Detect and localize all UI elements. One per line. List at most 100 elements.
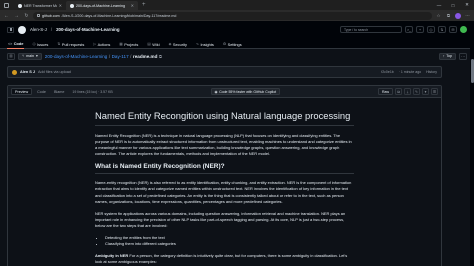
commit-hash[interactable]: f2c0e1b — [381, 70, 393, 74]
chevron-down-icon[interactable]: ▾ — [421, 88, 429, 95]
pull-requests-icon[interactable]: ⇅ — [438, 26, 446, 33]
maximize-button[interactable]: □ — [446, 0, 460, 10]
paragraph: Name-entity recognition (NER) is also re… — [95, 180, 352, 204]
paragraph: Ambiguity in NER For a person, the categ… — [95, 253, 354, 265]
browser-tab-strip: NER Transformer Model ✕ 200-days-of-Mach… — [0, 0, 474, 10]
breadcrumb-repo-link[interactable]: 200-days-of-Machine-Learning — [45, 54, 108, 59]
list-item: Classifying them into different categori… — [105, 241, 354, 247]
gear-icon: ⚙ — [222, 42, 227, 46]
commit-meta: f2c0e1b · 1 minute ago History — [381, 70, 437, 74]
tab-settings[interactable]: ⚙ Settings — [222, 39, 243, 49]
tab-blame[interactable]: Blame — [51, 88, 67, 95]
outline-list-icon[interactable]: ☰ — [430, 88, 438, 95]
search-input[interactable]: Type / to search — [340, 26, 402, 33]
ambiguity-label: Ambiguity in NER — [95, 253, 129, 259]
github-logo-icon[interactable] — [18, 25, 26, 34]
favorites-star-icon[interactable]: ☆ — [435, 13, 442, 19]
tab-label: Wiki — [152, 41, 160, 47]
markdown-body: Named Entity Recongition using Natural l… — [8, 98, 441, 265]
tab-label: Projects — [124, 41, 139, 47]
commit-author[interactable]: Alen S J — [20, 70, 35, 74]
security-icon: ◈ — [168, 42, 172, 46]
more-options-icon[interactable]: ⋯ — [459, 52, 467, 60]
history-link[interactable]: History — [426, 70, 437, 74]
tab-preview[interactable]: Preview — [11, 88, 33, 95]
browser-profile-avatar[interactable] — [455, 12, 461, 19]
browser-tab-ner[interactable]: NER Transformer Model ✕ — [14, 1, 66, 10]
close-tab-icon[interactable]: ✕ — [59, 3, 62, 8]
forward-icon[interactable]: → — [13, 13, 20, 19]
sidebar-toggle-icon[interactable]: ▥ — [7, 52, 15, 60]
address-bar-row: ← → ↻ github.com/Alen-S-J/200-days-of-Ma… — [0, 10, 474, 21]
tab-label: Code — [13, 41, 24, 46]
paragraph: NER system fin applications across vario… — [95, 210, 346, 228]
page-scrollbar[interactable] — [470, 21, 474, 266]
tab-actions-icon[interactable] — [0, 0, 12, 10]
tab-label: Issues — [37, 41, 49, 47]
wiki-icon: ▤ — [147, 42, 151, 46]
command-palette-icon[interactable]: >_ — [405, 26, 413, 33]
ambiguity-text: For a person, the category definition is… — [95, 253, 348, 265]
new-tab-button[interactable]: + — [138, 1, 150, 10]
raw-button[interactable]: Raw — [377, 88, 393, 95]
lock-icon — [37, 14, 40, 17]
breadcrumb-separator: / — [50, 27, 53, 32]
browser-menu-icon[interactable]: ⋯ — [464, 13, 471, 19]
commit-message[interactable]: Add files via upload — [38, 70, 71, 74]
user-avatar[interactable] — [460, 26, 467, 33]
top-button[interactable]: ↑ Top — [438, 52, 456, 60]
tab-projects[interactable]: ▦ Projects — [118, 39, 139, 49]
copilot-promo-button[interactable]: ◉ Code 55% faster with GitHub Copilot — [210, 88, 281, 95]
copy-raw-icon[interactable]: ⧉ — [394, 88, 402, 95]
repo-name-link[interactable]: 200-days-of-Machine-Learning — [56, 27, 119, 32]
reload-icon[interactable]: ↻ — [23, 13, 30, 19]
notifications-icon[interactable]: ✉ — [449, 26, 457, 33]
file-viewer-header: Preview Code Blame 19 lines (15 loc) · 3… — [8, 86, 441, 98]
section-heading: What is Named Entity Recognition (NER)? — [95, 163, 354, 175]
issues-icon: ◎ — [32, 42, 36, 46]
hamburger-menu-icon[interactable] — [7, 26, 14, 33]
article-title: Named Entity Recongition using Natural l… — [95, 110, 354, 126]
breadcrumb-file-name: readme.md — [132, 53, 158, 59]
scrollbar-thumb[interactable] — [470, 59, 474, 83]
tab-label: Actions — [97, 41, 111, 47]
author-avatar[interactable] — [12, 69, 17, 75]
url-path: /Alen-S-J/200-days-of-Machine-Learning/b… — [61, 13, 177, 18]
steps-list: Detecting the entities from the text Cla… — [105, 235, 354, 247]
file-path-bar: ▥ ⑂ main ▾ 200-days-of-Machine-Learning … — [0, 50, 474, 62]
tab-actions[interactable]: ▷ Actions — [92, 39, 111, 49]
tab-insights[interactable]: ∿ Insights — [195, 39, 215, 49]
github-header: Alen-S-J / 200-days-of-Machine-Learning … — [0, 21, 474, 49]
breadcrumb-folder-link[interactable]: Day-117 — [112, 54, 129, 59]
copy-path-icon[interactable]: ⧉ — [159, 54, 162, 59]
tab-pull-requests[interactable]: ⇅ Pull requests — [56, 39, 85, 49]
back-icon[interactable]: ← — [3, 13, 10, 19]
minimize-button[interactable]: — — [432, 0, 446, 10]
latest-commit-bar: Alen S J Add files via upload f2c0e1b · … — [7, 66, 442, 78]
tab-issues[interactable]: ◎ Issues — [31, 39, 49, 49]
url-bar[interactable]: github.com/Alen-S-J/200-days-of-Machine-… — [33, 11, 432, 20]
branch-icon: ⑂ — [22, 54, 25, 58]
copilot-label: Code 55% faster with GitHub Copilot — [219, 89, 277, 94]
tab-wiki[interactable]: ▤ Wiki — [146, 39, 160, 49]
breadcrumb-separator: / — [130, 53, 132, 59]
github-top-bar: Alen-S-J / 200-days-of-Machine-Learning … — [0, 21, 474, 38]
close-window-button[interactable]: ✕ — [460, 0, 474, 10]
edit-pencil-icon[interactable]: ✎ — [412, 88, 420, 95]
browser-tab-github[interactable]: 200-days-of-Machine-Learning ✕ — [66, 1, 138, 10]
branch-selector[interactable]: ⑂ main ▾ — [18, 52, 42, 60]
tab-title: 200-days-of-Machine-Learning — [76, 3, 125, 8]
download-icon[interactable]: ⤓ — [403, 88, 411, 95]
repo-owner-link[interactable]: Alen-S-J — [30, 27, 47, 32]
copilot-icon: ◉ — [214, 89, 218, 94]
tab-code[interactable]: <> Code — [7, 39, 25, 49]
close-tab-icon[interactable]: ✕ — [131, 3, 134, 8]
tab-code-view[interactable]: Code — [34, 88, 49, 95]
breadcrumb-separator: / — [108, 53, 111, 59]
branch-name: main — [26, 54, 34, 58]
tab-security[interactable]: ◈ Security — [168, 39, 188, 49]
extensions-icon[interactable]: ⧉ — [445, 13, 452, 18]
create-new-icon[interactable]: + — [416, 26, 424, 33]
tab-label: Settings — [227, 41, 242, 47]
issues-icon[interactable]: ◎ — [427, 26, 435, 33]
